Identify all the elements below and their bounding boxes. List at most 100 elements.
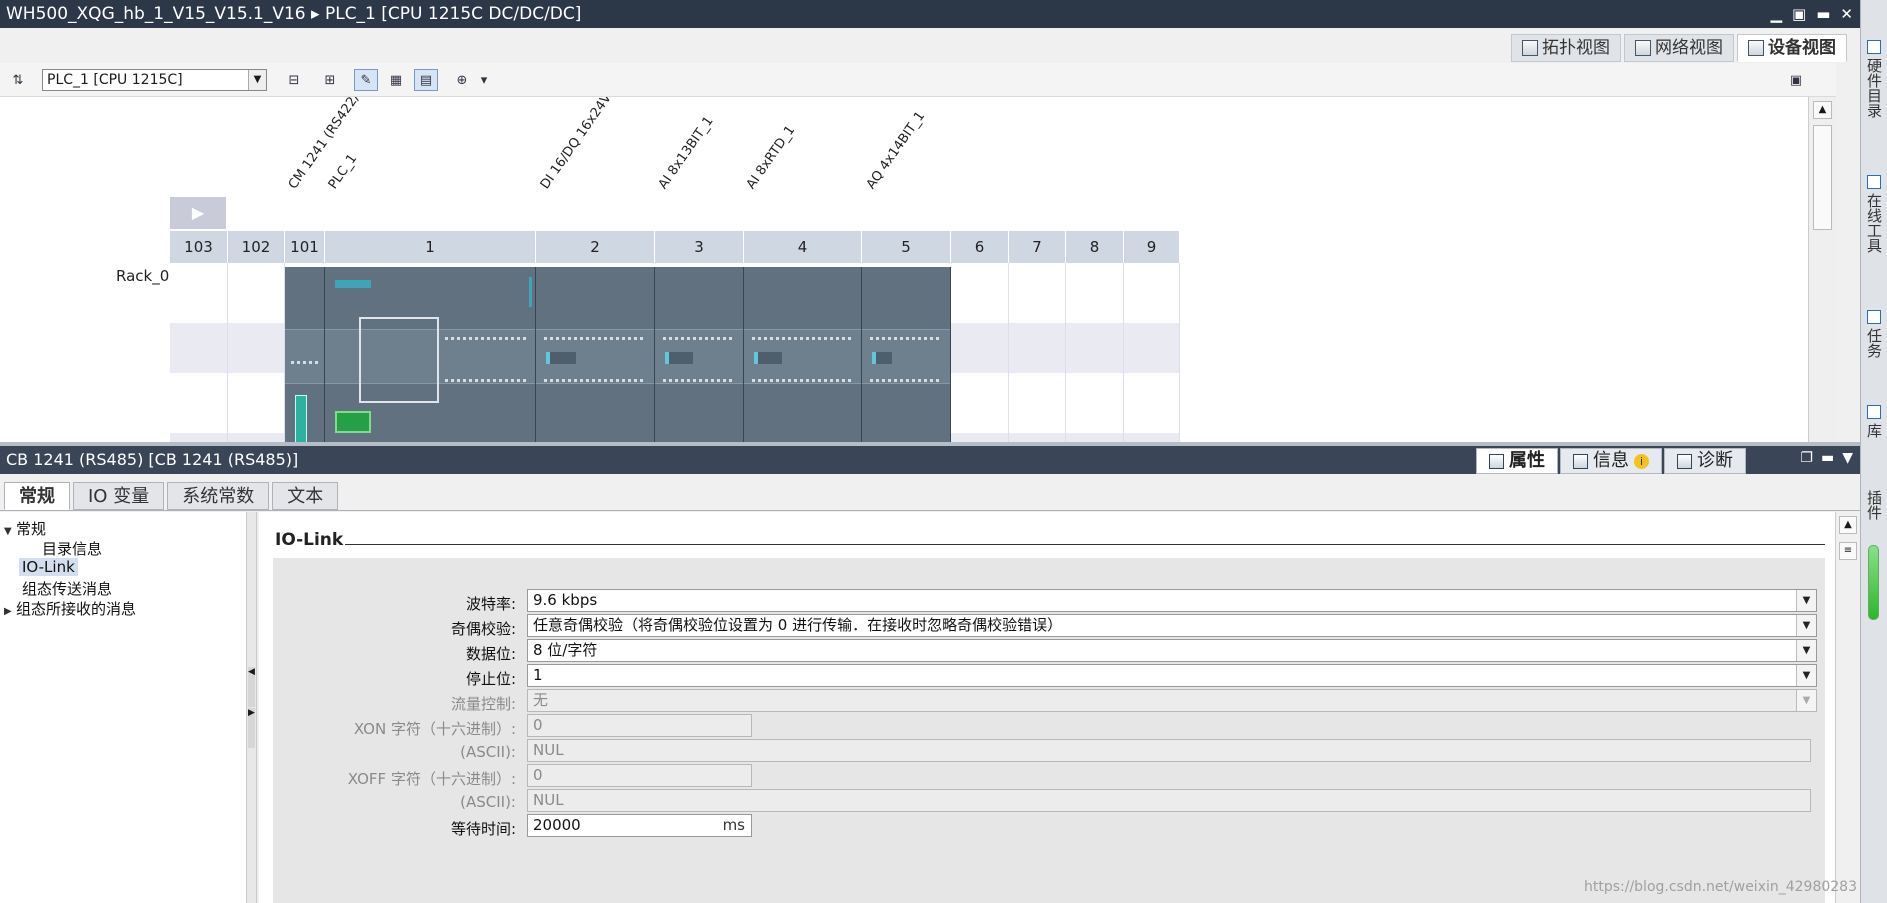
nav-item-label: 组态所接收的消息 [16, 600, 137, 618]
empty-slot[interactable] [1009, 263, 1066, 442]
wait-time-input[interactable]: 20000 ms [527, 814, 752, 837]
nav-item-config-send-msgs[interactable]: 组态传送消息 [22, 578, 112, 599]
subtab-system-constants[interactable]: 系统常数 [167, 482, 270, 510]
baud-rate-label: 波特率: [465, 595, 516, 613]
scrollbar-thumb[interactable] [1813, 125, 1832, 230]
tab-diagnostics[interactable]: 诊断 [1664, 448, 1746, 474]
cb1241-board[interactable] [359, 317, 439, 403]
ai8xrtd-module[interactable] [744, 267, 862, 442]
tab-properties-label: 属性 [1509, 450, 1545, 471]
rack-expand-button[interactable]: ▶ [170, 197, 226, 229]
tab-device-view[interactable]: 设备视图 [1737, 34, 1847, 62]
chevron-down-icon: ▼ [248, 70, 266, 90]
subtab-texts[interactable]: 文本 [272, 482, 339, 510]
catalog-icon [1867, 40, 1881, 54]
float-window-icon[interactable]: ❐ [1800, 450, 1813, 466]
nav-item-config-recv-msgs[interactable]: ▶ 组态所接收的消息 [4, 598, 136, 619]
nav-collapse-bar[interactable]: ◀ ▶ [247, 512, 257, 903]
zoom-menu-icon[interactable]: ▾ [472, 69, 496, 91]
content-vertical-scrollbar[interactable]: ▲ ≡ [1835, 512, 1860, 903]
slot-header: 9 [1124, 231, 1180, 263]
baud-rate-value: 9.6 kbps [533, 591, 598, 609]
subtab-general[interactable]: 常规 [4, 482, 70, 510]
task-card-tasks[interactable]: 任务 [1864, 310, 1885, 358]
libraries-icon [1867, 405, 1881, 419]
task-card-hardware-catalog[interactable]: 硬件目录 [1864, 40, 1885, 118]
info-badge-icon: i [1634, 453, 1649, 469]
empty-slot[interactable] [228, 263, 285, 442]
tab-network-view[interactable]: 网络视图 [1624, 34, 1734, 62]
empty-slot[interactable] [1124, 263, 1180, 442]
watermark: https://blog.csdn.net/weixin_42980283 [1583, 879, 1857, 895]
aq4x14bit-module[interactable] [862, 267, 951, 442]
param-row-stop-bits: 停止位: 1 ▼ [273, 664, 1825, 688]
restore-icon[interactable]: ▣ [1792, 5, 1806, 23]
tab-topology-view[interactable]: 拓扑视图 [1511, 34, 1621, 62]
page-view-icon[interactable]: ▤ [414, 69, 438, 91]
scroll-up-icon[interactable]: ▲ [1813, 101, 1832, 119]
chevron-down-icon: ▼ [1796, 690, 1816, 711]
device-select[interactable]: PLC_1 [CPU 1215C] ▼ [42, 69, 267, 91]
di16dq16-module[interactable] [536, 267, 655, 442]
xon-ascii-input: NUL [527, 739, 1811, 762]
flow-control-label: 流量控制: [450, 695, 516, 713]
task-card-online-tools[interactable]: 在线工具 [1864, 175, 1885, 253]
empty-slot[interactable] [951, 263, 1009, 442]
collapsed-triangle-icon[interactable]: ▶ [4, 606, 16, 617]
grid-view-icon[interactable]: ▦ [384, 69, 408, 91]
baud-rate-select[interactable]: 9.6 kbps ▼ [527, 589, 1817, 612]
slot-header: 103 [170, 231, 228, 263]
inspector-subtabs: 常规 IO 变量 系统常数 文本 [4, 482, 339, 510]
info-icon [1573, 453, 1588, 469]
xoff-hex-input: 0 [527, 764, 752, 787]
minimize-icon[interactable]: ▁ [1771, 5, 1783, 23]
parity-select[interactable]: 任意奇偶校验（将奇偶校验位设置为 0 进行传输．在接收时忽略奇偶校验错误） ▼ [527, 614, 1817, 637]
ethernet-port-icon [335, 411, 371, 433]
ai8x13bit-module[interactable] [655, 267, 744, 442]
param-row-xoff-ascii: (ASCII): NUL [273, 789, 1825, 813]
nav-item-catalog-info[interactable]: 目录信息 [42, 538, 102, 559]
scrollbar-thumb[interactable]: ≡ [1839, 542, 1857, 560]
task-card-libraries[interactable]: 库 [1864, 405, 1885, 438]
expanded-triangle-icon[interactable]: ▼ [4, 526, 16, 537]
task-card-plugins[interactable]: 插件 [1864, 490, 1885, 520]
parity-value: 任意奇偶校验（将奇偶校验位设置为 0 进行传输．在接收时忽略奇偶校验错误） [533, 616, 1063, 634]
task-card-label: 插件 [1865, 490, 1883, 520]
device-view-canvas[interactable]: CM 1241 (RS422/... PLC_1 DI 16/DQ 16x24V… [0, 97, 1808, 442]
device-overview-icon[interactable]: ▣ [1784, 69, 1808, 91]
close-icon[interactable]: ✕ [1840, 5, 1853, 23]
module-label-di16dq16: DI 16/DQ 16x24VD... [537, 97, 628, 192]
stop-bits-select[interactable]: 1 ▼ [527, 664, 1817, 687]
collapse-left-icon[interactable]: ◀ [248, 667, 255, 707]
section-title: IO-Link [275, 530, 344, 550]
tab-info[interactable]: 信息 i [1560, 448, 1662, 474]
plc1-cpu-module[interactable] [325, 267, 536, 442]
minimize-panel-icon[interactable]: ▬ [1821, 450, 1834, 466]
maximize-icon[interactable]: ▬ [1816, 5, 1830, 23]
tab-properties[interactable]: 属性 [1476, 448, 1558, 474]
progress-indicator [1868, 545, 1879, 620]
tab-info-label: 信息 [1593, 450, 1629, 471]
device-tree-icon[interactable]: ⇅ [6, 69, 30, 91]
empty-slot[interactable] [1066, 263, 1124, 442]
scroll-up-icon[interactable]: ▲ [1839, 516, 1857, 534]
empty-slot[interactable] [170, 263, 228, 442]
zoom-icon[interactable]: ⊕ [450, 69, 474, 91]
data-bits-select[interactable]: 8 位/字符 ▼ [527, 639, 1817, 662]
expand-right-icon[interactable]: ▶ [248, 708, 255, 748]
canvas-vertical-scrollbar[interactable]: ▲ [1808, 97, 1836, 442]
subtab-io-tags[interactable]: IO 变量 [73, 482, 165, 510]
property-nav-tree: ▼ 常规 目录信息 IO-Link 组态传送消息 ▶ 组态所接收的消息 [0, 512, 247, 903]
stop-bits-label: 停止位: [465, 670, 516, 688]
collapse-panel-icon[interactable]: ▼ [1842, 450, 1853, 466]
nav-item-general[interactable]: ▼ 常规 [4, 518, 46, 539]
module-label-ai8x13bit: AI 8x13BIT_1 [655, 113, 717, 192]
task-card-label: 库 [1865, 423, 1883, 438]
address-overview-icon[interactable]: ⊞ [318, 69, 342, 91]
param-row-parity: 奇偶校验: 任意奇偶校验（将奇偶校验位设置为 0 进行传输．在接收时忽略奇偶校验… [273, 614, 1825, 638]
nav-item-io-link[interactable]: IO-Link [19, 558, 78, 576]
draw-connection-icon[interactable]: ✎ [354, 69, 378, 91]
cm1241-module[interactable] [285, 267, 325, 442]
properties-icon [1489, 453, 1504, 469]
module-labels-icon[interactable]: ⊟ [282, 69, 306, 91]
